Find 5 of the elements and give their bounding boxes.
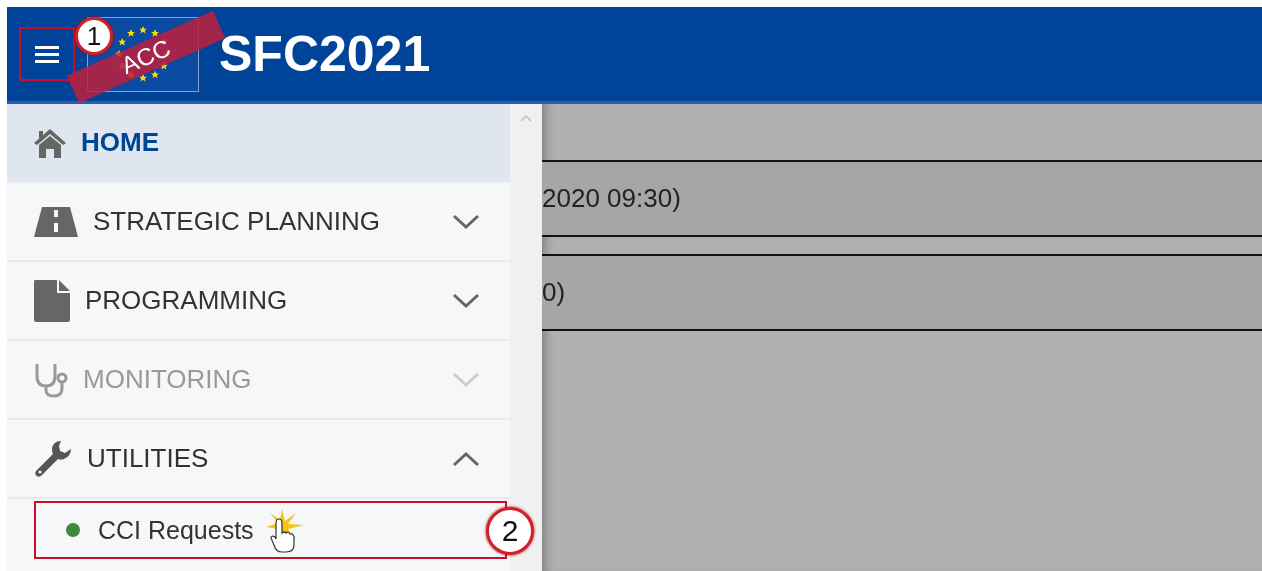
row-text: 0) bbox=[542, 277, 566, 308]
callout-badge: 1 bbox=[75, 17, 113, 55]
row-text: 2020 09:30) bbox=[542, 183, 681, 214]
callout-badge: 2 bbox=[486, 507, 534, 555]
submenu-label: CCI Requests bbox=[98, 515, 254, 545]
